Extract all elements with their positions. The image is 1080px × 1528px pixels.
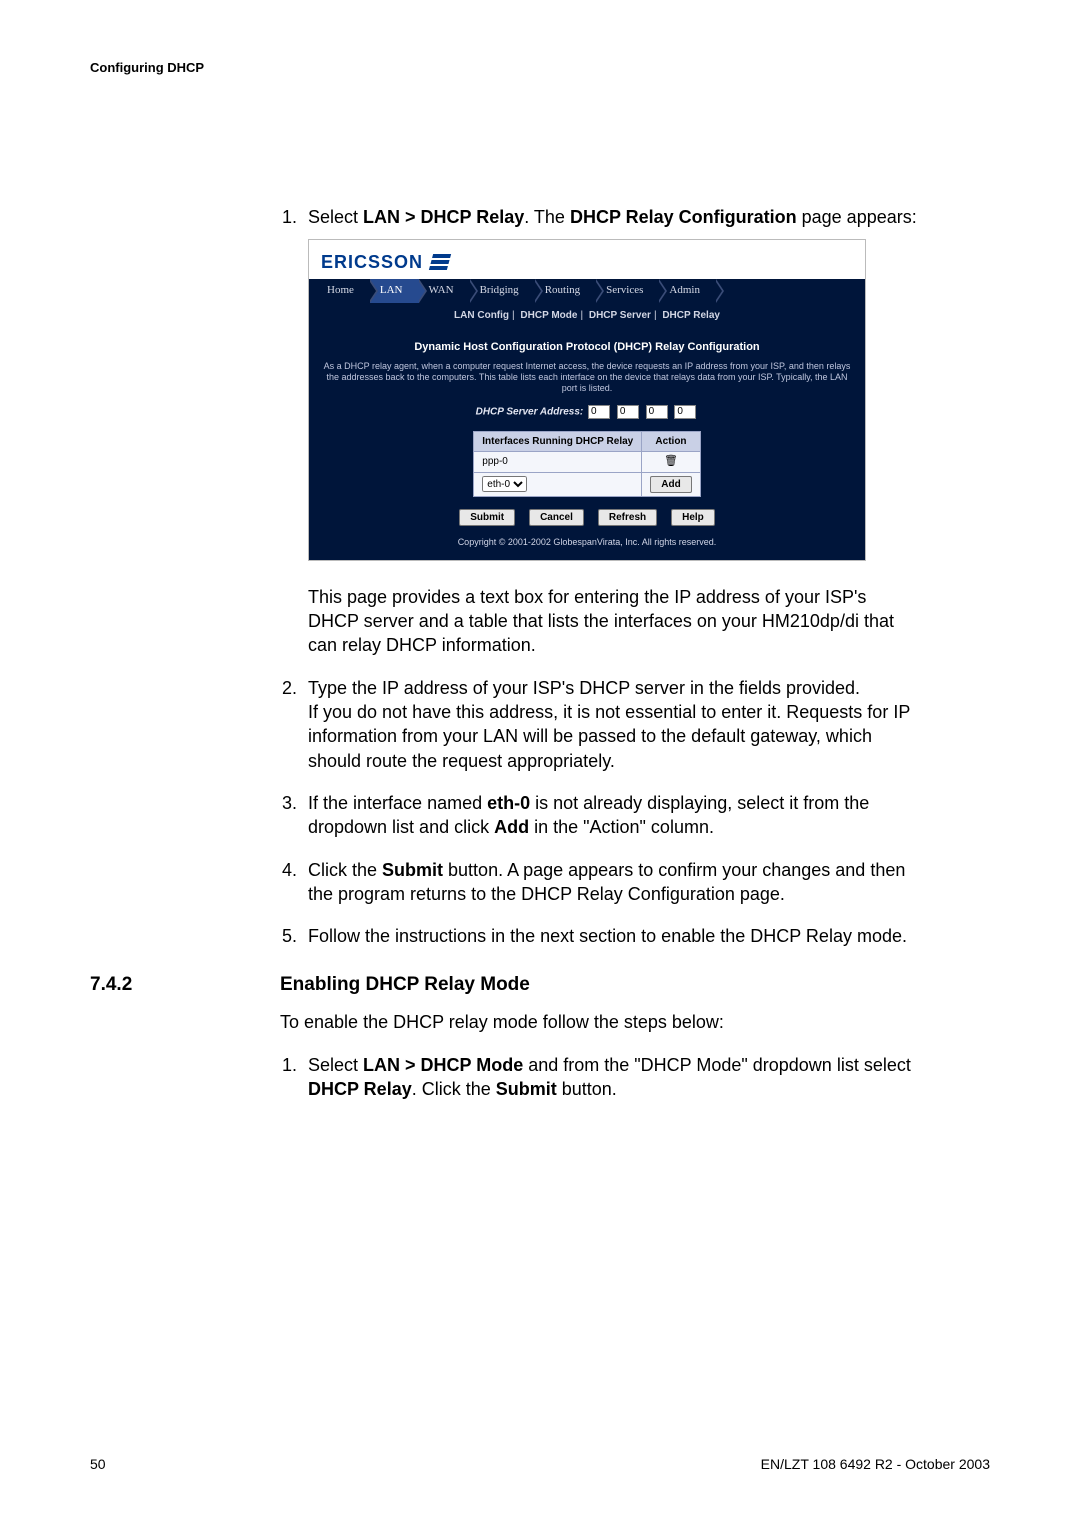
nav-admin[interactable]: Admin bbox=[659, 279, 716, 303]
s742-1-bold3: Submit bbox=[496, 1079, 557, 1099]
s742-1-pre: Select bbox=[308, 1055, 363, 1075]
s742-1-mid2: . Click the bbox=[412, 1079, 496, 1099]
running-head: Configuring DHCP bbox=[90, 60, 990, 75]
interface-select[interactable]: eth-0 bbox=[482, 476, 527, 492]
s742-1-bold2: DHCP Relay bbox=[308, 1079, 412, 1099]
router-panel: Dynamic Host Configuration Protocol (DHC… bbox=[309, 328, 865, 560]
doc-id: EN/LZT 108 6492 R2 - October 2003 bbox=[761, 1456, 990, 1472]
addr-octet-2[interactable] bbox=[617, 405, 639, 419]
step1-post: page appears: bbox=[797, 207, 917, 227]
subnav-dhcp-relay[interactable]: DHCP Relay bbox=[662, 310, 720, 321]
dhcp-server-address-row: DHCP Server Address: bbox=[317, 405, 857, 419]
subnav-dhcp-server[interactable]: DHCP Server bbox=[589, 310, 651, 321]
step1-bold2: DHCP Relay Configuration bbox=[570, 207, 797, 227]
table-row: ppp-0 🗑 bbox=[474, 452, 700, 473]
submit-button[interactable]: Submit bbox=[459, 509, 515, 526]
heading-number: 7.4.2 bbox=[90, 974, 280, 996]
heading-intro: To enable the DHCP relay mode follow the… bbox=[280, 1010, 920, 1034]
step3-bold2: Add bbox=[494, 817, 529, 837]
after-shot-para: This page provides a text box for enteri… bbox=[308, 585, 920, 658]
if-ppp0: ppp-0 bbox=[474, 452, 642, 473]
s742-1-mid1: and from the "DHCP Mode" dropdown list s… bbox=[523, 1055, 911, 1075]
step4-bold1: Submit bbox=[382, 860, 443, 880]
addr-octet-1[interactable] bbox=[588, 405, 610, 419]
addr-octet-3[interactable] bbox=[646, 405, 668, 419]
panel-desc: As a DHCP relay agent, when a computer r… bbox=[317, 361, 857, 405]
step-2: Type the IP address of your ISP's DHCP s… bbox=[302, 676, 920, 773]
add-button[interactable]: Add bbox=[650, 476, 691, 493]
nav-bridging[interactable]: Bridging bbox=[470, 279, 535, 303]
router-nav: Home LAN WAN Bridging Routing Services A… bbox=[309, 279, 865, 303]
subnav-lan-config[interactable]: LAN Config bbox=[454, 310, 509, 321]
page-footer: 50 EN/LZT 108 6492 R2 - October 2003 bbox=[90, 1456, 990, 1472]
step1-mid: . The bbox=[524, 207, 570, 227]
step4-pre: Click the bbox=[308, 860, 382, 880]
step1-pre: Select bbox=[308, 207, 363, 227]
table-row: eth-0 Add bbox=[474, 472, 700, 496]
help-button[interactable]: Help bbox=[671, 509, 715, 526]
interfaces-table: Interfaces Running DHCP Relay Action ppp… bbox=[473, 431, 700, 497]
page-number: 50 bbox=[90, 1456, 106, 1472]
refresh-button[interactable]: Refresh bbox=[598, 509, 657, 526]
router-screenshot: ERICSSON Home LAN WAN Bridging Routing S… bbox=[308, 239, 866, 561]
subnav-dhcp-mode[interactable]: DHCP Mode bbox=[520, 310, 577, 321]
panel-title: Dynamic Host Configuration Protocol (DHC… bbox=[317, 332, 857, 361]
router-subnav: LAN Config| DHCP Mode| DHCP Server| DHCP… bbox=[309, 303, 865, 329]
ericsson-logo-icon bbox=[429, 254, 451, 270]
router-logo-bar: ERICSSON bbox=[309, 240, 865, 278]
step2-a: Type the IP address of your ISP's DHCP s… bbox=[308, 678, 860, 698]
heading-text: Enabling DHCP Relay Mode bbox=[280, 974, 530, 996]
button-row: Submit Cancel Refresh Help bbox=[317, 509, 857, 526]
step-1: Select LAN > DHCP Relay. The DHCP Relay … bbox=[302, 205, 920, 658]
cancel-button[interactable]: Cancel bbox=[529, 509, 584, 526]
nav-home[interactable]: Home bbox=[317, 279, 370, 303]
step3-bold1: eth-0 bbox=[487, 793, 530, 813]
step1-bold1: LAN > DHCP Relay bbox=[363, 207, 524, 227]
ericsson-logo-text: ERICSSON bbox=[321, 250, 423, 274]
trash-icon[interactable]: 🗑 bbox=[664, 455, 678, 467]
step-742-1: Select LAN > DHCP Mode and from the "DHC… bbox=[302, 1053, 920, 1102]
addr-label: DHCP Server Address: bbox=[476, 406, 584, 417]
th-action: Action bbox=[642, 431, 700, 452]
step-4: Click the Submit button. A page appears … bbox=[302, 858, 920, 907]
step3-pre: If the interface named bbox=[308, 793, 487, 813]
shot-copyright: Copyright © 2001-2002 GlobespanVirata, I… bbox=[317, 532, 857, 548]
s742-1-post: button. bbox=[557, 1079, 617, 1099]
step-5: Follow the instructions in the next sect… bbox=[302, 924, 920, 948]
addr-octet-4[interactable] bbox=[674, 405, 696, 419]
nav-services[interactable]: Services bbox=[596, 279, 659, 303]
step2-b: If you do not have this address, it is n… bbox=[308, 702, 910, 771]
nav-routing[interactable]: Routing bbox=[535, 279, 596, 303]
s742-1-bold1: LAN > DHCP Mode bbox=[363, 1055, 523, 1075]
step-3: If the interface named eth-0 is not alre… bbox=[302, 791, 920, 840]
th-interfaces: Interfaces Running DHCP Relay bbox=[474, 431, 642, 452]
step3-post: in the "Action" column. bbox=[529, 817, 714, 837]
